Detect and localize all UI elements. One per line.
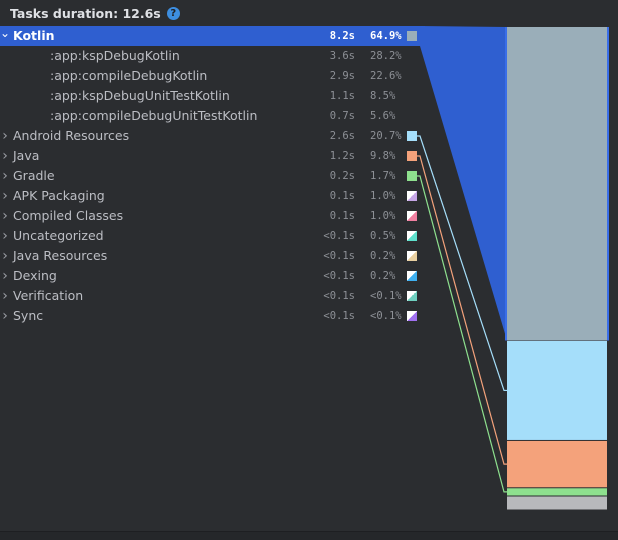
bar-segment-kotlin — [507, 27, 607, 341]
bar-segment-java — [507, 440, 607, 488]
bar-segment-android-resources — [507, 340, 607, 440]
bar-segment-gradle — [507, 488, 607, 496]
duration-stacked-chart — [417, 26, 609, 510]
selection-connector — [420, 26, 507, 341]
bar-segment-other — [507, 496, 607, 510]
